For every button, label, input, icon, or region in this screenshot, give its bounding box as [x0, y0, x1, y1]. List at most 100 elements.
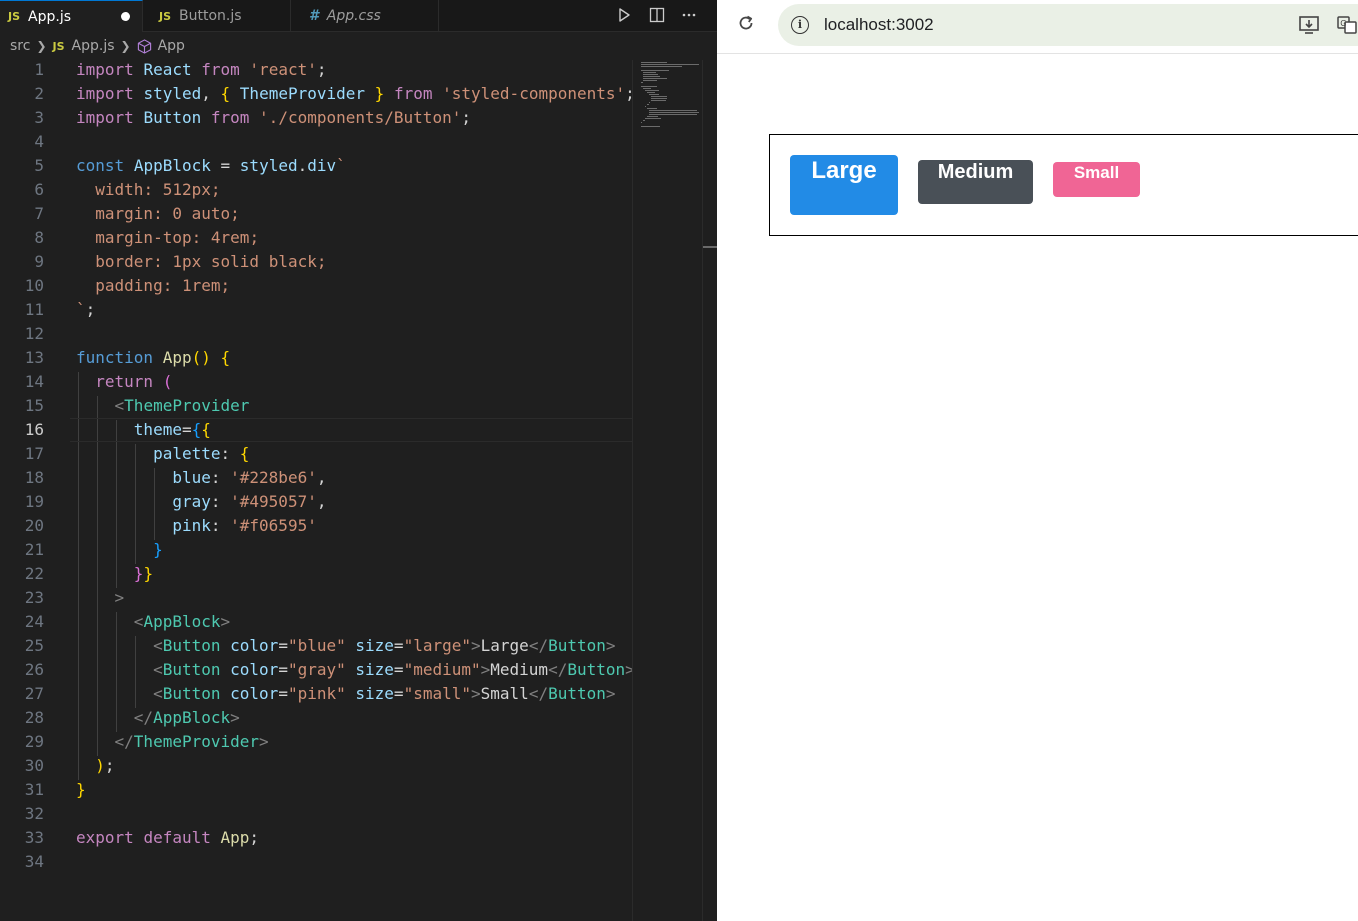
split-editor-icon[interactable]: [646, 4, 668, 26]
minimap-line: [647, 108, 657, 109]
address-bar[interactable]: i localhost:3002 G: [778, 4, 1358, 46]
minimap-line: [651, 98, 667, 99]
minimap-line: [649, 114, 697, 115]
small-button[interactable]: Small: [1053, 162, 1140, 197]
code-text: export default App;: [76, 828, 260, 847]
reload-icon[interactable]: [735, 13, 757, 35]
address-url[interactable]: localhost:3002: [824, 4, 934, 46]
install-app-icon[interactable]: [1298, 15, 1320, 35]
line-number: 19: [24, 492, 44, 511]
chevron-right-icon: ❯: [36, 39, 47, 53]
code-line[interactable]: 29 </ThemeProvider>: [0, 730, 632, 754]
minimap-line: [647, 104, 649, 105]
code-text: );: [95, 756, 115, 775]
line-number: 24: [24, 612, 44, 631]
code-text: >: [114, 588, 125, 607]
line-number: 18: [24, 468, 44, 487]
code-line[interactable]: 9 border: 1px solid black;: [0, 250, 632, 274]
code-line[interactable]: 8 margin-top: 4rem;: [0, 226, 632, 250]
code-line[interactable]: 2 import styled, { ThemeProvider } from '…: [0, 82, 634, 106]
breadcrumb-folder[interactable]: src: [10, 38, 30, 54]
line-number: 8: [34, 228, 44, 247]
code-line[interactable]: 25 <Button color="blue" size="large">Lar…: [0, 634, 632, 658]
site-info-icon[interactable]: i: [791, 16, 809, 34]
breadcrumb-file[interactable]: App.js: [72, 38, 115, 54]
code-line[interactable]: 12: [0, 322, 632, 346]
code-line[interactable]: 3 import Button from './components/Button…: [0, 106, 632, 130]
code-line[interactable]: 30 );: [0, 754, 632, 778]
code-line[interactable]: 20 pink: '#f06595': [0, 514, 632, 538]
breadcrumb: src ❯ JS App.js ❯ App: [0, 32, 717, 60]
code-line[interactable]: 16 theme={{: [0, 418, 632, 442]
line-number: 3: [34, 108, 44, 127]
code-text: </AppBlock>: [133, 708, 240, 727]
unsaved-dot-icon[interactable]: [121, 12, 130, 21]
code-line[interactable]: 14 return (: [0, 370, 632, 394]
line-number: 33: [24, 828, 44, 847]
code-line[interactable]: 10 padding: 1rem;: [0, 274, 632, 298]
code-line[interactable]: 26 <Button color="gray" size="medium">Me…: [0, 658, 635, 682]
line-number: 12: [24, 324, 44, 343]
code-line[interactable]: 1 import React from 'react';: [0, 58, 632, 82]
code-line[interactable]: 34: [0, 850, 632, 874]
line-number: 26: [24, 660, 44, 679]
code-line[interactable]: 28 </AppBlock>: [0, 706, 632, 730]
minimap-line: [645, 118, 661, 119]
editor-scrollbar[interactable]: [702, 60, 717, 921]
medium-button[interactable]: Medium: [918, 160, 1033, 204]
code-line[interactable]: 32: [0, 802, 632, 826]
line-number: 21: [24, 540, 44, 559]
minimap-line: [641, 66, 682, 67]
code-line[interactable]: 7 margin: 0 auto;: [0, 202, 632, 226]
minimap-line: [641, 122, 642, 123]
code-text: theme={{: [133, 420, 211, 439]
code-line[interactable]: 33 export default App;: [0, 826, 632, 850]
line-number: 7: [34, 204, 44, 223]
css-file-icon: #: [309, 8, 319, 24]
line-number: 29: [24, 732, 44, 751]
code-text: </ThemeProvider>: [114, 732, 269, 751]
line-number: 6: [34, 180, 44, 199]
code-line[interactable]: 23 >: [0, 586, 632, 610]
browser-toolbar: i localhost:3002 G: [717, 0, 1358, 54]
code-line[interactable]: 5 const AppBlock = styled.div`: [0, 154, 632, 178]
minimap-line: [643, 88, 651, 89]
code-line[interactable]: 18 blue: '#228be6',: [0, 466, 632, 490]
minimap-line: [649, 112, 699, 113]
code-line[interactable]: 19 gray: '#495057',: [0, 490, 632, 514]
tab-app-js[interactable]: JS App.js: [0, 0, 143, 32]
code-line[interactable]: 13 function App() {: [0, 346, 632, 370]
code-text: blue: '#228be6',: [172, 468, 327, 487]
minimap-line: [641, 86, 657, 87]
large-button[interactable]: Large: [790, 155, 898, 215]
line-number: 23: [24, 588, 44, 607]
tab-button-js[interactable]: JS Button.js: [143, 0, 291, 32]
code-line[interactable]: 4: [0, 130, 632, 154]
line-number: 10: [24, 276, 44, 295]
scrollbar-thumb[interactable]: [703, 246, 717, 248]
code-line[interactable]: 15 <ThemeProvider: [0, 394, 632, 418]
code-line[interactable]: 24 <AppBlock>: [0, 610, 632, 634]
tab-app-css[interactable]: # App.css: [291, 0, 439, 32]
minimap-line: [641, 126, 660, 127]
line-number: 28: [24, 708, 44, 727]
code-line[interactable]: 11 `;: [0, 298, 632, 322]
code-line[interactable]: 31}: [0, 778, 632, 802]
code-line[interactable]: 6 width: 512px;: [0, 178, 632, 202]
code-line[interactable]: 17 palette: {: [0, 442, 632, 466]
translate-icon[interactable]: G: [1336, 15, 1358, 35]
run-icon[interactable]: [613, 4, 635, 26]
code-line[interactable]: 22 }}: [0, 562, 632, 586]
minimap-line: [649, 110, 697, 111]
code-text: margin-top: 4rem;: [95, 228, 260, 247]
line-number: 14: [24, 372, 44, 391]
code-area[interactable]: 1 import React from 'react'; 2 import style…: [0, 58, 635, 921]
code-text: pink: '#f06595': [172, 516, 317, 535]
minimap-line: [641, 62, 667, 63]
breadcrumb-symbol[interactable]: App: [158, 38, 185, 54]
minimap[interactable]: [632, 60, 702, 921]
code-text: }: [76, 780, 86, 799]
code-line[interactable]: 27 <Button color="pink" size="small">Sma…: [0, 682, 632, 706]
code-line[interactable]: 21 }: [0, 538, 632, 562]
more-actions-icon[interactable]: [678, 4, 700, 26]
